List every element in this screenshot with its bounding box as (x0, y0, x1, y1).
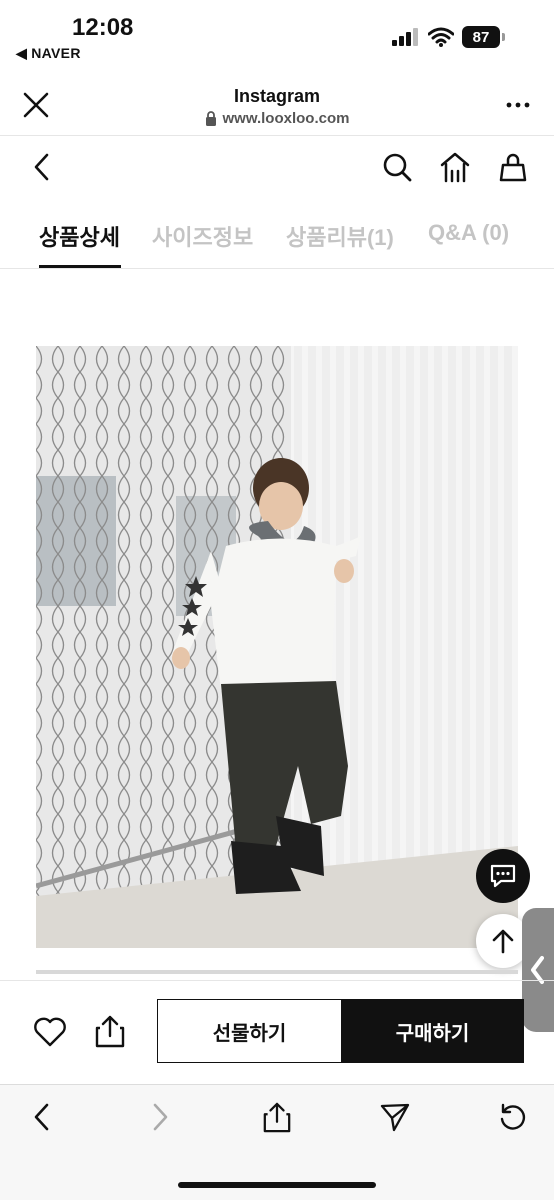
back-button[interactable] (26, 150, 56, 184)
product-image (36, 346, 518, 948)
tabs-divider (0, 268, 554, 269)
send-icon (380, 1103, 410, 1132)
shopping-bag-icon (499, 153, 527, 182)
header-divider (0, 135, 554, 136)
more-icon (506, 102, 530, 108)
reload-icon (500, 1103, 526, 1130)
battery-level: 87 (462, 26, 500, 48)
tab-product-detail[interactable]: 상품상세 (39, 220, 120, 252)
chevron-right-icon (153, 1103, 168, 1131)
wifi-icon (428, 27, 454, 47)
purchase-bar-divider (0, 980, 554, 981)
lock-icon (205, 111, 216, 126)
cart-button[interactable] (496, 150, 530, 184)
arrow-up-icon (492, 929, 514, 954)
heart-icon (34, 1017, 66, 1047)
browser-send-button[interactable] (378, 1100, 412, 1134)
chevron-left-icon (34, 153, 49, 181)
share-icon (263, 1102, 291, 1133)
share-icon (95, 1015, 125, 1048)
browser-share-button[interactable] (260, 1098, 294, 1136)
home-indicator (178, 1182, 376, 1188)
browser-forward-button[interactable] (146, 1100, 176, 1134)
cellular-signal-icon (392, 28, 418, 46)
browser-url[interactable]: www.looxloo.com (0, 110, 554, 127)
reload-button[interactable] (496, 1100, 530, 1134)
back-to-app-link[interactable]: ◀ NAVER (16, 45, 81, 62)
chevron-left-icon (34, 1103, 49, 1131)
buy-button[interactable]: 구매하기 (341, 999, 524, 1063)
share-button[interactable] (90, 1010, 130, 1052)
status-time: 12:08 (72, 14, 134, 41)
battery-tip (502, 33, 505, 41)
more-button[interactable] (502, 92, 534, 118)
home-icon (440, 152, 470, 183)
chat-button[interactable] (476, 849, 530, 903)
like-button[interactable] (30, 1012, 70, 1052)
browser-title: Instagram (233, 86, 321, 106)
url-text: www.looxloo.com (222, 110, 350, 127)
browser-back-button[interactable] (26, 1100, 56, 1134)
status-icons: 87 (392, 26, 505, 48)
tab-size-info[interactable]: 사이즈정보 (152, 220, 253, 252)
gift-button[interactable]: 선물하기 (157, 999, 342, 1063)
tab-reviews[interactable]: 상품리뷰(1) (286, 220, 394, 252)
image-scroll-edge (36, 970, 518, 974)
search-icon (383, 153, 412, 182)
tab-qna[interactable]: Q&A (0) (428, 220, 509, 246)
chat-icon (490, 864, 516, 888)
product-photo-illustration (36, 346, 518, 948)
battery-indicator: 87 (462, 26, 505, 48)
side-panel-handle[interactable] (522, 908, 554, 1032)
search-button[interactable] (380, 150, 414, 184)
home-button[interactable] (438, 150, 472, 184)
